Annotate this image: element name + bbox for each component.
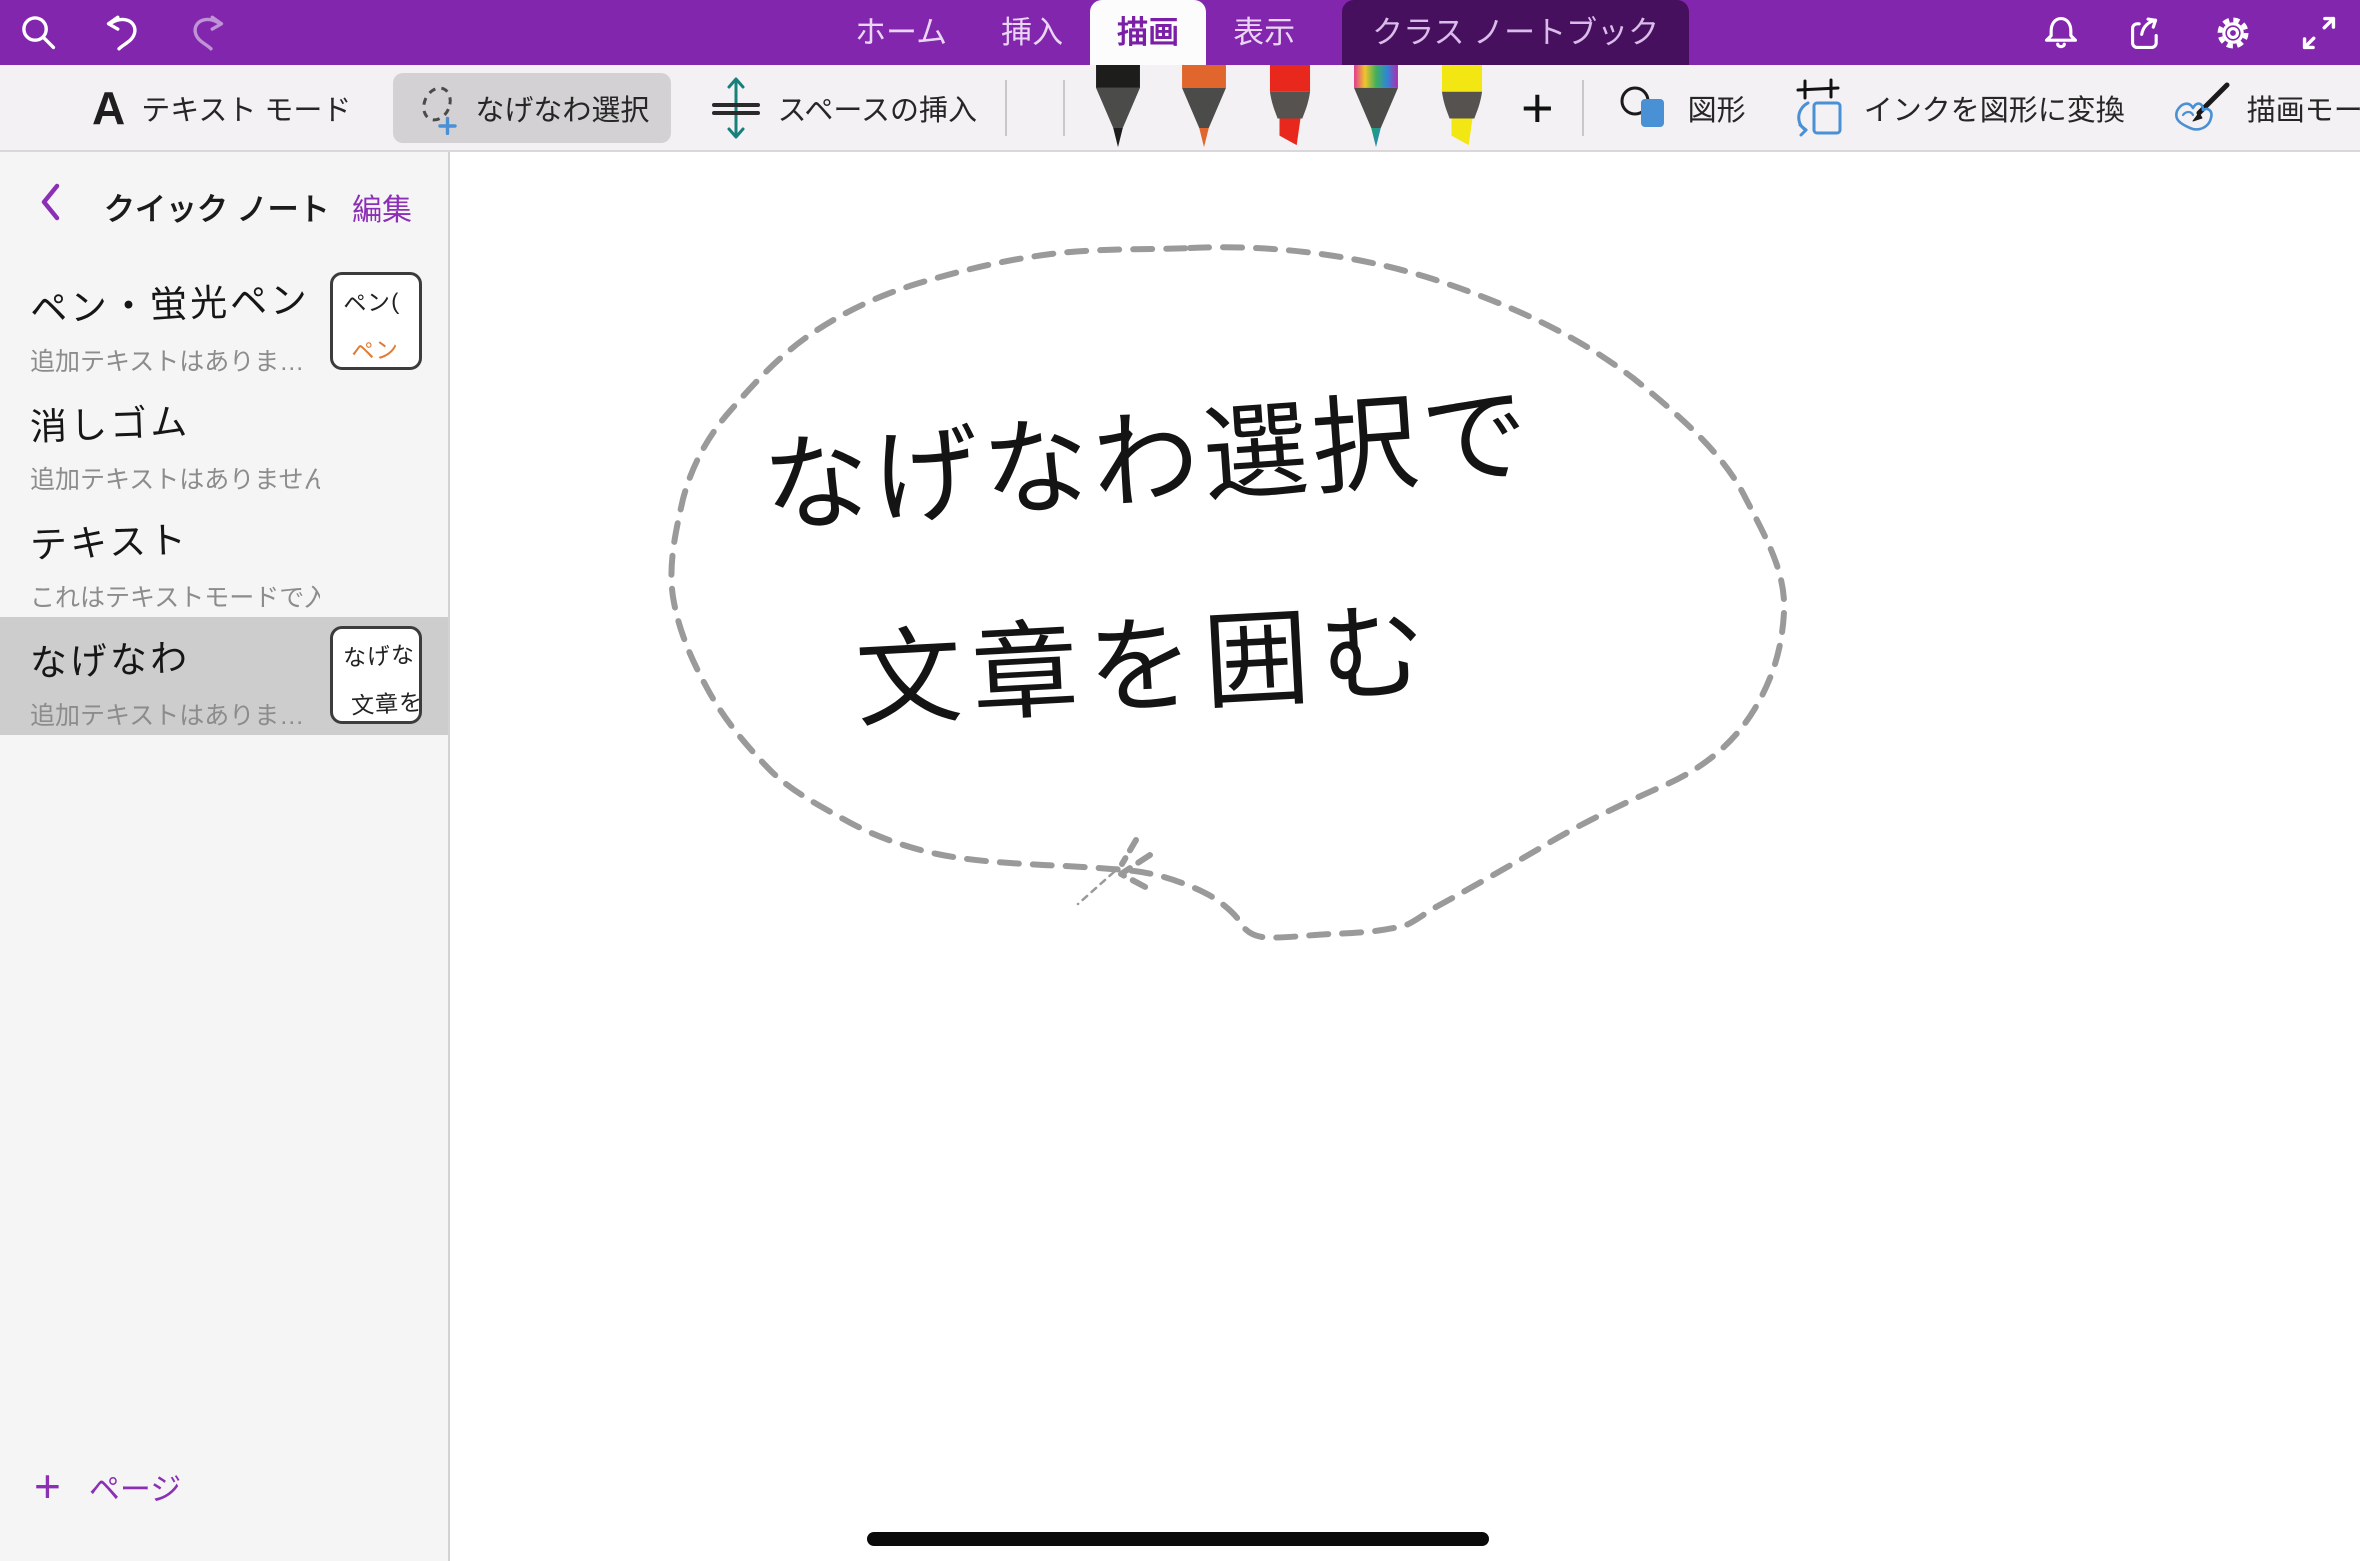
note-canvas[interactable]: なげなわ選択で 文章を囲む <box>450 152 2360 1561</box>
nav-tabs: ホーム挿入描画表示クラス ノートブック <box>828 0 1689 65</box>
onenote-window: ホーム挿入描画表示クラス ノートブック A <box>0 0 2360 1561</box>
red-highlighter-button[interactable] <box>1265 65 1315 149</box>
draw-toolbar: A テキスト モード なげなわ選択 スペースの <box>0 65 2360 152</box>
add-page-label: ページ <box>89 1464 181 1509</box>
insert-space-icon <box>711 75 761 141</box>
tab-insert[interactable]: 挿入 <box>974 0 1090 65</box>
edit-button[interactable]: 編集 <box>352 185 412 229</box>
page-thumbnail: ペン( ペン <box>330 272 422 370</box>
lasso-selection-outline[interactable] <box>671 247 1784 937</box>
ink-layer: なげなわ選択で 文章を囲む <box>450 152 2360 1561</box>
lasso-select-button[interactable]: なげなわ選択 <box>393 73 671 143</box>
ink-line-1: なげなわ選択で <box>759 376 1535 547</box>
notifications-icon[interactable] <box>2040 12 2082 54</box>
yellow-highlighter-button[interactable] <box>1437 65 1487 149</box>
insert-space-label: スペースの挿入 <box>777 87 977 129</box>
sidebar-header: クイック ノート 編集 <box>0 152 448 252</box>
page-list-item[interactable]: テキストこれはテキストモードで入力し… <box>0 499 448 617</box>
orange-pen-button[interactable] <box>1179 65 1229 149</box>
toolbar-separator <box>1005 80 1007 136</box>
undo-icon[interactable] <box>102 12 144 54</box>
page-thumbnail: なげな文章を <box>330 626 422 724</box>
page-list-sidebar: クイック ノート 編集 ペン・蛍光ペン追加テキストはありま…ペン(ペン消しゴム追… <box>0 152 450 1561</box>
ink-line-2: 文章を囲む <box>853 593 1438 741</box>
search-icon[interactable] <box>18 12 60 54</box>
tab-draw[interactable]: 描画 <box>1090 0 1206 65</box>
shapes-icon <box>1616 82 1672 134</box>
page-title-ink: なげなわ <box>29 627 191 687</box>
page-subtitle: 追加テキストはありま… <box>30 696 320 732</box>
thumbnail-ink-line: ペン <box>350 329 420 367</box>
tab-home[interactable]: ホーム <box>828 0 974 65</box>
top-bar-left <box>18 0 228 65</box>
page-subtitle: 追加テキストはありません <box>30 460 320 496</box>
page-list-item[interactable]: ペン・蛍光ペン追加テキストはありま… ペン( ペン <box>0 263 448 381</box>
settings-icon[interactable] <box>2212 12 2254 54</box>
insert-space-button[interactable]: スペースの挿入 <box>711 75 977 141</box>
tab-class-notebook[interactable]: クラス ノートブック <box>1342 0 1689 65</box>
shapes-label: 図形 <box>1688 87 1746 129</box>
tab-view[interactable]: 表示 <box>1206 0 1322 65</box>
fullscreen-icon[interactable] <box>2298 12 2340 54</box>
notebook-section-title: クイック ノート <box>104 184 330 229</box>
page-list-item[interactable]: 消しゴム追加テキストはありません <box>0 381 448 499</box>
share-icon[interactable] <box>2126 12 2168 54</box>
thumbnail-ink-line: 文章を <box>350 683 420 721</box>
ink-to-shape-label: インクを図形に変換 <box>1864 87 2125 129</box>
add-pen-button[interactable]: + <box>1521 66 1554 150</box>
toolbar-separator <box>1063 80 1065 136</box>
text-mode-icon: A <box>92 85 125 131</box>
shapes-button[interactable]: 図形 <box>1616 82 1746 134</box>
add-page-button[interactable]: + ページ <box>34 1463 181 1509</box>
page-subtitle: これはテキストモードで入力し… <box>30 578 320 614</box>
top-bar-right <box>2040 0 2340 65</box>
back-chevron-icon[interactable] <box>38 182 62 222</box>
lasso-select-label: なげなわ選択 <box>475 87 649 129</box>
page-title-ink: ペン・蛍光ペン <box>29 269 311 333</box>
black-pen-button[interactable] <box>1093 65 1143 149</box>
draw-mode-icon <box>2169 81 2231 135</box>
top-bar: ホーム挿入描画表示クラス ノートブック <box>0 0 2360 65</box>
ink-to-shape-icon <box>1790 77 1848 139</box>
home-indicator[interactable] <box>867 1532 1489 1546</box>
draw-mode-label: 描画モード <box>2247 87 2360 129</box>
thumbnail-ink-line: ペン( <box>342 281 420 319</box>
page-title-ink: 消しゴム <box>29 391 191 451</box>
text-mode-label: テキスト モード <box>141 87 351 129</box>
handwritten-ink: なげなわ選択で 文章を囲む <box>759 376 1535 741</box>
redo-icon[interactable] <box>186 12 228 54</box>
rainbow-pen-button[interactable] <box>1351 65 1401 149</box>
lasso-icon <box>415 81 461 135</box>
draw-mode-button[interactable]: 描画モード <box>2169 81 2360 135</box>
toolbar-separator <box>1582 80 1584 136</box>
page-list-item[interactable]: なげなわ追加テキストはありま… なげな文章を <box>0 617 448 735</box>
page-list: ペン・蛍光ペン追加テキストはありま…ペン(ペン消しゴム追加テキストはありませんテ… <box>0 263 448 735</box>
page-subtitle: 追加テキストはありま… <box>30 342 320 378</box>
pen-tray <box>1093 63 1487 152</box>
page-title-ink: テキスト <box>29 509 190 569</box>
thumbnail-ink-line: なげな <box>342 635 420 673</box>
plus-icon: + <box>34 1463 61 1509</box>
text-mode-button[interactable]: A テキスト モード <box>92 85 351 131</box>
ink-to-shape-button[interactable]: インクを図形に変換 <box>1790 77 2125 139</box>
